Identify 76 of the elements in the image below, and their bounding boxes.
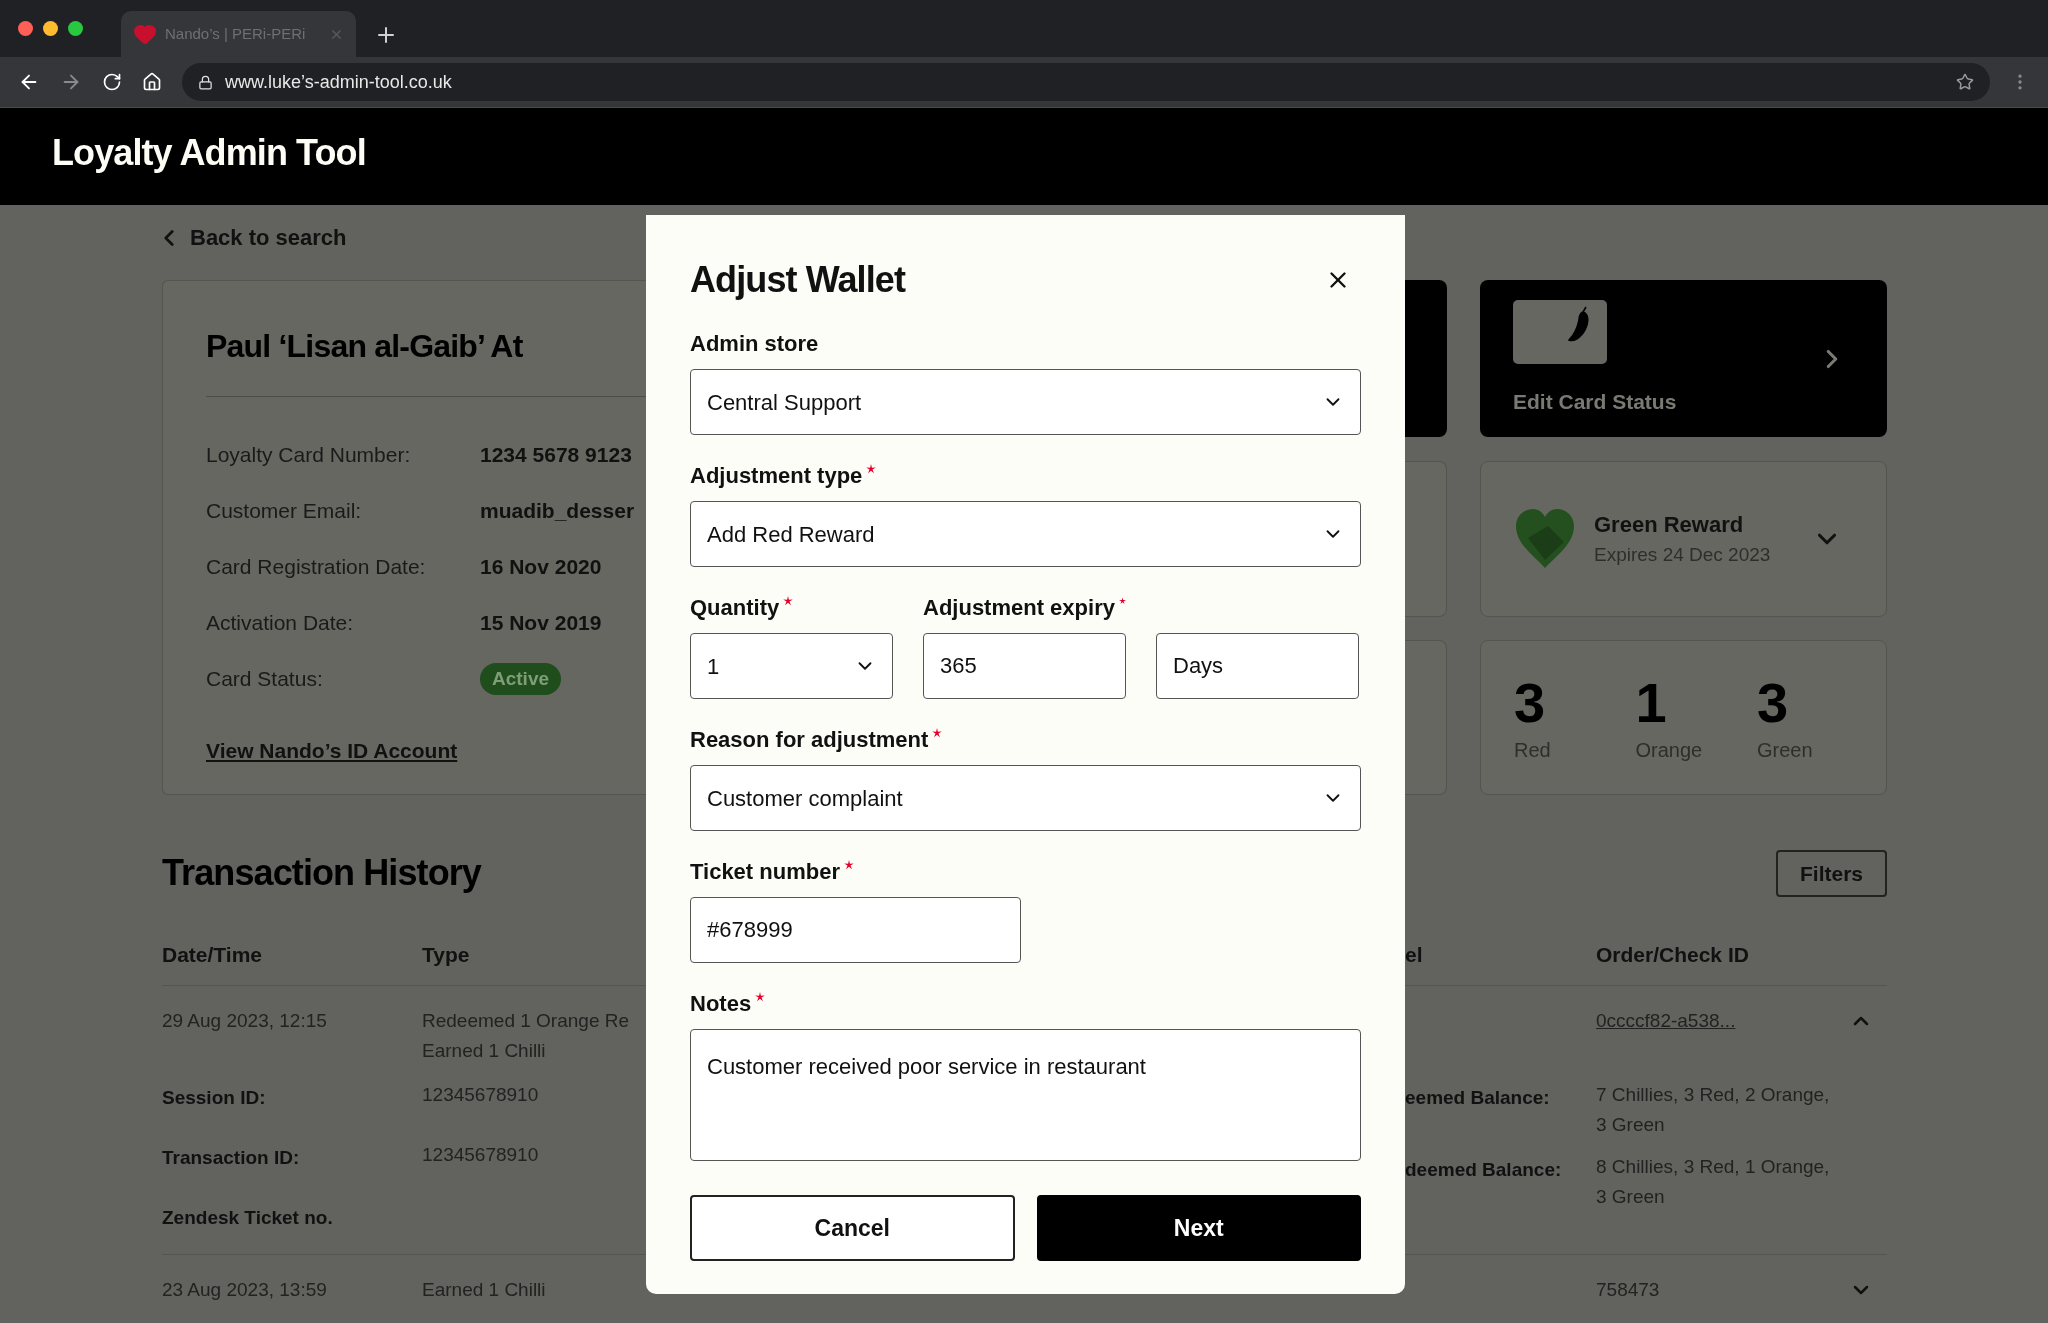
lock-icon xyxy=(198,74,213,90)
column-header: Date/Time xyxy=(162,942,263,969)
address-bar[interactable]: www.luke’s-admin-tool.co.uk xyxy=(182,63,1990,101)
field-label: Customer Email: xyxy=(206,498,363,525)
field-label: Notes xyxy=(690,989,752,1018)
status-badge: Active xyxy=(480,662,562,696)
dropdown-field[interactable]: Central Support xyxy=(690,369,1361,435)
reward-expiry: Expires 24 Dec 2023 xyxy=(1594,543,1772,568)
balance-label: Orange xyxy=(1635,737,1704,763)
home-icon[interactable] xyxy=(142,72,162,92)
field-label: Ticket number xyxy=(690,857,840,886)
dropdown-field[interactable]: Customer complaint xyxy=(690,765,1361,831)
field-label: Activation Date: xyxy=(206,610,355,637)
detail-label: eemed Balance: xyxy=(1405,1086,1551,1110)
field-value: muadib_desser xyxy=(480,498,635,525)
table-cell-text: Redeemed 1 Orange Re xyxy=(422,1009,629,1033)
detail-value: 8 Chillies, 3 Red, 1 Orange, 3 Green xyxy=(1596,1155,1831,1209)
table-cell-text: Earned 1 Chilli xyxy=(422,1278,546,1302)
balance-label: Red xyxy=(1514,737,1552,763)
required-icon xyxy=(783,596,794,606)
dropdown-field[interactable]: 1 xyxy=(690,633,893,699)
heart-icon xyxy=(133,22,157,46)
field-label: Card Registration Date: xyxy=(206,554,427,581)
field-value: 15 Nov 2019 xyxy=(480,610,602,637)
card-chili-icon xyxy=(1513,299,1607,364)
reload-icon[interactable] xyxy=(102,72,122,92)
balance-label: Green xyxy=(1757,737,1814,763)
reward-title: Green Reward xyxy=(1594,511,1745,540)
field-label: Adjustment type xyxy=(690,461,863,490)
column-header: el xyxy=(1405,942,1424,969)
column-header: Order/Check ID xyxy=(1596,942,1749,969)
input-field[interactable]: #678999 xyxy=(690,897,1021,963)
required-icon xyxy=(755,992,766,1002)
next-button[interactable]: Next xyxy=(1036,1195,1361,1261)
balance-count: 3 xyxy=(1514,670,1547,735)
field-value: 1234 5678 9123 xyxy=(480,442,632,469)
input-field[interactable]: Days xyxy=(1156,633,1359,699)
notes-field[interactable]: Customer received poor service in restaurant xyxy=(690,1029,1361,1161)
dialog-title: Adjust Wallet xyxy=(690,258,905,302)
field-label: Loyalty Card Number: xyxy=(206,442,412,469)
close-window-button[interactable] xyxy=(18,21,33,36)
field-value: 16 Nov 2020 xyxy=(480,554,602,581)
bookmark-star-icon[interactable] xyxy=(1956,73,1974,91)
dropdown-field[interactable]: Add Red Reward xyxy=(690,501,1361,567)
balance-count: 1 xyxy=(1635,670,1668,735)
detail-label: Session ID: xyxy=(162,1086,267,1110)
app-header: Loyalty Admin Tool xyxy=(0,108,2048,205)
field-label: Quantity xyxy=(690,593,780,622)
field-label: Adjustment expiry xyxy=(923,593,1115,622)
table-cell-text: 758473 xyxy=(1596,1277,1660,1302)
table-cell-text: 29 Aug 2023, 12:15 xyxy=(162,1009,328,1033)
detail-label: deemed Balance: xyxy=(1405,1158,1563,1182)
detail-value: 12345678910 xyxy=(422,1143,540,1167)
column-header: Type xyxy=(422,942,470,969)
section-title: Transaction History xyxy=(162,850,481,895)
table-cell-text: Earned 1 Chilli xyxy=(422,1039,547,1063)
detail-value: 12345678910 xyxy=(422,1083,540,1107)
required-icon xyxy=(1118,596,1126,606)
heart-icon xyxy=(1514,508,1576,570)
detail-label: Zendesk Ticket no. xyxy=(162,1206,334,1230)
field-label: Reason for adjustment xyxy=(690,725,929,754)
maximize-window-button[interactable] xyxy=(68,21,83,36)
required-icon xyxy=(932,728,943,738)
table-cell-text: 23 Aug 2023, 13:59 xyxy=(162,1278,328,1302)
edit-card-status-tile[interactable]: Edit Card Status xyxy=(1480,280,1887,437)
balance-count: 3 xyxy=(1757,670,1790,735)
detail-label: Transaction ID: xyxy=(162,1146,301,1170)
input-field[interactable]: 365 xyxy=(923,633,1126,699)
minimize-window-button[interactable] xyxy=(43,21,58,36)
field-label: Card Status: xyxy=(206,666,324,693)
required-icon xyxy=(844,860,854,870)
detail-value: 7 Chillies, 3 Red, 2 Orange, 3 Green xyxy=(1596,1083,1831,1137)
field-label: Admin store xyxy=(690,329,819,358)
customer-name: Paul ‘Lisan al-Gaib’ At xyxy=(206,327,524,366)
cancel-button[interactable]: Cancel xyxy=(690,1195,1015,1261)
required-icon xyxy=(866,464,877,474)
